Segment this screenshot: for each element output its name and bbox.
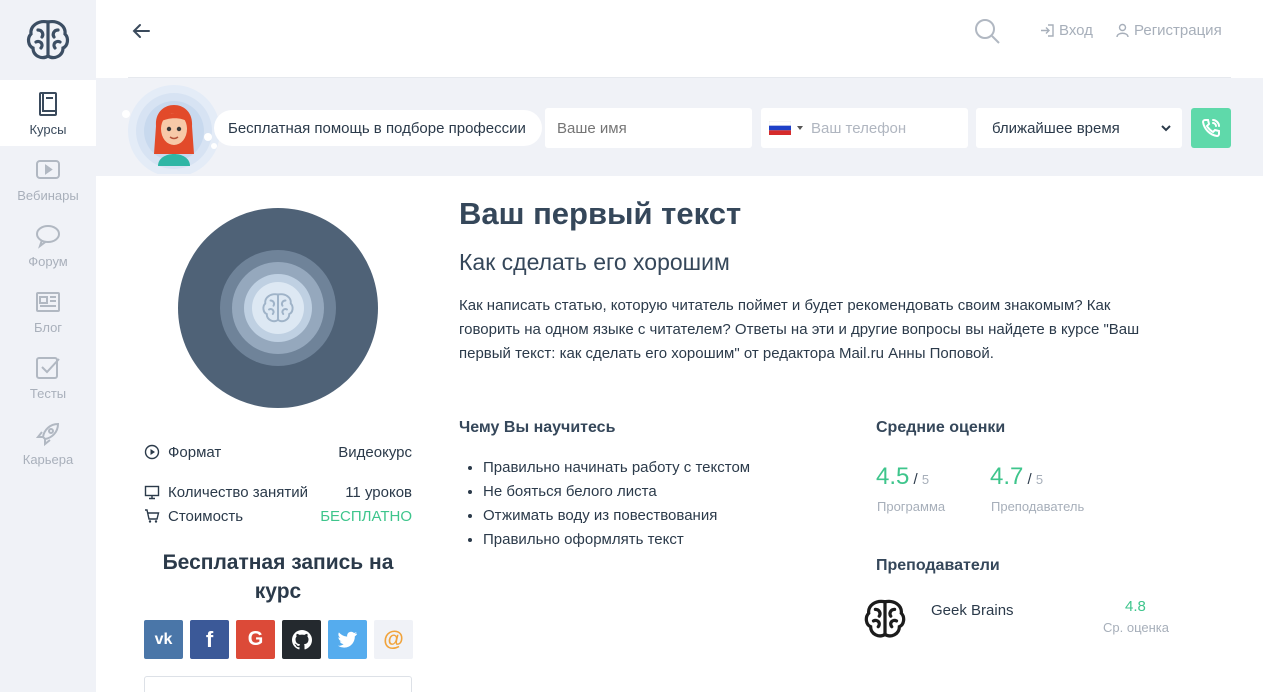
list-item: Не бояться белого листа bbox=[483, 480, 750, 504]
time-select-value: ближайшее время bbox=[992, 119, 1120, 137]
teacher-score: 4.8 bbox=[1125, 598, 1146, 615]
cart-icon bbox=[145, 509, 160, 523]
facebook-login-button[interactable]: f bbox=[190, 620, 229, 659]
phone-field[interactable]: Ваш телефон bbox=[761, 108, 968, 148]
sidebar-item-label: Форум bbox=[28, 253, 68, 269]
learn-list: Правильно начинать работу с текстом Не б… bbox=[483, 456, 750, 552]
phone-call-icon bbox=[1201, 119, 1220, 138]
login-icon bbox=[1041, 24, 1054, 37]
sidebar-item-label: Карьера bbox=[22, 451, 74, 467]
list-item: Правильно оформлять текст bbox=[483, 528, 750, 552]
geekbrains-teacher-avatar[interactable] bbox=[862, 596, 908, 642]
call-button[interactable] bbox=[1191, 108, 1231, 148]
course-subtitle: Как сделать его хорошим bbox=[459, 249, 730, 275]
help-banner: Бесплатная помощь в подборе профессии Ва… bbox=[96, 78, 1263, 177]
list-item: Правильно начинать работу с текстом bbox=[483, 456, 750, 480]
program-rating-label: Программа bbox=[877, 499, 946, 514]
rocket-icon bbox=[35, 422, 60, 446]
teachers-heading: Преподаватели bbox=[876, 557, 1000, 574]
sidebar-item-tests[interactable]: Тесты bbox=[0, 344, 96, 410]
video-icon bbox=[36, 159, 60, 179]
lessons-row: Количество занятий 11 уроков bbox=[144, 482, 412, 502]
chevron-down-icon bbox=[1161, 125, 1171, 132]
chat-icon bbox=[36, 224, 60, 249]
name-input[interactable] bbox=[545, 108, 752, 148]
facebook-icon: f bbox=[205, 626, 214, 652]
price-row: Стоимость БЕСПЛАТНО bbox=[144, 506, 412, 526]
mail-login-button[interactable]: @ bbox=[374, 620, 413, 659]
course-title: Ваш первый текст bbox=[459, 196, 742, 231]
format-label: Формат bbox=[168, 443, 222, 461]
program-rating-max: 5 bbox=[921, 472, 930, 487]
sidebar-item-webinars[interactable]: Вебинары bbox=[0, 146, 96, 212]
google-icon: G bbox=[247, 628, 264, 650]
play-circle-icon bbox=[144, 444, 160, 460]
teacher-rating-max: 5 bbox=[1035, 472, 1044, 487]
vk-login-button[interactable]: vk bbox=[144, 620, 183, 659]
login-link[interactable]: Вход bbox=[1040, 22, 1093, 39]
at-sign-icon: @ bbox=[383, 627, 404, 651]
price-label: Стоимость bbox=[168, 507, 244, 525]
consultant-avatar bbox=[116, 84, 226, 177]
user-icon bbox=[1116, 23, 1129, 38]
teacher-score-label: Ср. оценка bbox=[1103, 620, 1169, 635]
russia-flag-icon[interactable] bbox=[769, 121, 791, 135]
program-rating-value: 4.5 bbox=[876, 463, 910, 490]
format-row: Формат Видеокурс bbox=[144, 442, 412, 462]
list-item: Отжимать воду из повествования bbox=[483, 504, 750, 528]
geekbrains-logo[interactable] bbox=[0, 0, 96, 80]
program-rating: 4.5 / 5 bbox=[876, 463, 930, 490]
sidebar-item-blog[interactable]: Блог bbox=[0, 278, 96, 344]
checkbox-icon bbox=[36, 356, 60, 379]
sidebar-item-label: Вебинары bbox=[17, 187, 79, 203]
price-value: БЕСПЛАТНО bbox=[320, 507, 412, 525]
register-label: Регистрация bbox=[1134, 22, 1222, 39]
help-speech-bubble: Бесплатная помощь в подборе профессии bbox=[214, 110, 542, 146]
github-login-button[interactable] bbox=[282, 620, 321, 659]
github-icon bbox=[291, 629, 312, 649]
google-login-button[interactable]: G bbox=[236, 620, 275, 659]
sidebar: Курсы Вебинары Форум Блог Тесты Карьера bbox=[0, 0, 96, 692]
learn-heading: Чему Вы научитесь bbox=[459, 419, 616, 436]
vk-icon: vk bbox=[154, 630, 173, 648]
lessons-label: Количество занятий bbox=[168, 483, 308, 501]
teacher-rating-value: 4.7 bbox=[990, 463, 1024, 490]
phone-placeholder: Ваш телефон bbox=[811, 119, 907, 137]
newspaper-icon bbox=[36, 291, 60, 312]
login-label: Вход bbox=[1059, 22, 1093, 39]
sidebar-item-label: Курсы bbox=[29, 121, 67, 137]
top-header: Вход Регистрация bbox=[96, 0, 1263, 78]
twitter-icon bbox=[337, 631, 357, 648]
enroll-title: Бесплатная запись на курс bbox=[162, 551, 394, 603]
sidebar-item-label: Блог bbox=[33, 319, 63, 335]
teacher-rating: 4.7 / 5 bbox=[990, 463, 1044, 490]
monitor-icon bbox=[144, 485, 160, 500]
caret-down-icon bbox=[797, 126, 803, 130]
search-icon[interactable] bbox=[973, 17, 1001, 45]
teacher-rating-label: Преподаватель bbox=[991, 499, 1085, 514]
sidebar-item-forum[interactable]: Форум bbox=[0, 212, 96, 278]
time-select[interactable]: ближайшее время bbox=[976, 108, 1182, 148]
course-cover-image bbox=[178, 208, 378, 408]
help-text: Бесплатная помощь в подборе профессии bbox=[228, 119, 526, 137]
teacher-name[interactable]: Geek Brains bbox=[931, 602, 1014, 619]
book-icon bbox=[39, 91, 57, 116]
course-description: Как написать статью, которую читатель по… bbox=[459, 297, 1140, 362]
format-value: Видеокурс bbox=[338, 443, 412, 461]
sidebar-item-career[interactable]: Карьера bbox=[0, 410, 96, 476]
register-link[interactable]: Регистрация bbox=[1115, 22, 1222, 39]
twitter-login-button[interactable] bbox=[328, 620, 367, 659]
sidebar-item-label: Тесты bbox=[29, 385, 67, 401]
back-arrow-icon[interactable] bbox=[130, 20, 152, 42]
email-field[interactable] bbox=[144, 676, 412, 692]
ratings-heading: Средние оценки bbox=[876, 419, 1006, 436]
lessons-value: 11 уроков bbox=[345, 483, 412, 501]
brain-logo-icon bbox=[26, 20, 70, 60]
sidebar-item-courses[interactable]: Курсы bbox=[0, 80, 96, 146]
